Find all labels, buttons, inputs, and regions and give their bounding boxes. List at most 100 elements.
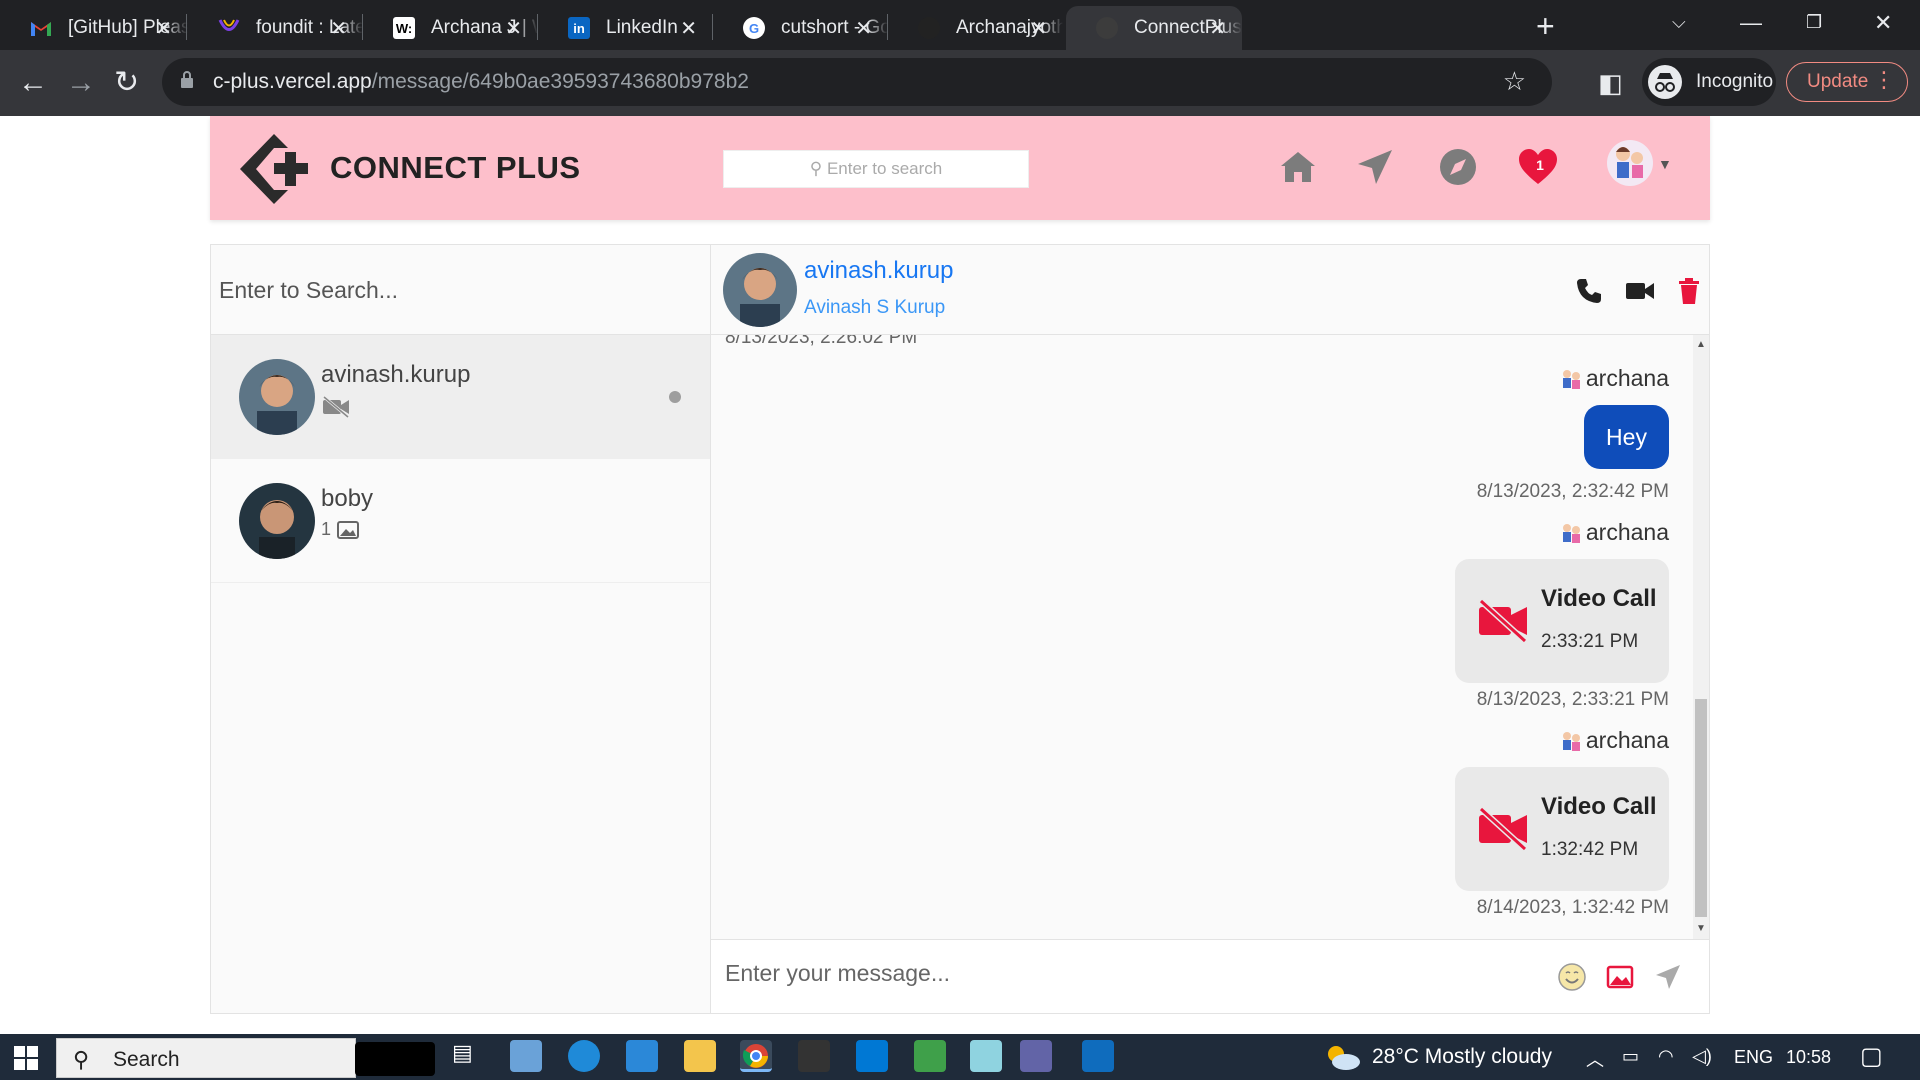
- chat-partner-fullname: Avinash S Kurup: [804, 297, 946, 318]
- chrome-icon[interactable]: [740, 1040, 772, 1072]
- contact-avatar: [239, 483, 315, 559]
- message-input[interactable]: Enter your message...: [725, 960, 950, 987]
- more-vertical-icon[interactable]: ⋮: [1873, 67, 1895, 93]
- side-panel-icon[interactable]: ◧: [1598, 64, 1623, 102]
- sender-avatar-icon: [1562, 731, 1580, 751]
- notification-center-icon[interactable]: ▢: [1860, 1042, 1883, 1071]
- delete-trash-icon[interactable]: [1675, 277, 1703, 305]
- chat-pane: avinash.kurup Avinash S Kurup 8/13/2023,…: [711, 245, 1709, 1013]
- close-icon[interactable]: ✕: [680, 16, 697, 41]
- vscode-icon[interactable]: [856, 1040, 888, 1072]
- volume-icon[interactable]: ◁): [1692, 1046, 1712, 1067]
- taskbar-search-label: Search: [113, 1048, 180, 1071]
- connect-plus-logo-icon[interactable]: [234, 130, 314, 208]
- reload-icon[interactable]: ↻: [114, 64, 139, 102]
- tab-cutshort[interactable]: G cutshort - Goo ✕: [713, 6, 888, 50]
- wifi-icon[interactable]: ◠: [1658, 1046, 1674, 1067]
- tab-github[interactable]: [GitHub] Please ✕: [0, 6, 188, 50]
- conversation-item-boby[interactable]: boby 1: [211, 459, 710, 583]
- phone-call-icon[interactable]: [1575, 277, 1603, 305]
- image-icon: [337, 520, 360, 539]
- tray-chevron-icon[interactable]: ︿: [1586, 1046, 1604, 1072]
- restore-icon[interactable]: ❐: [1806, 12, 1822, 33]
- profile-avatar[interactable]: [1607, 140, 1653, 186]
- address-bar[interactable]: c-plus.vercel.app/message/649b0ae3959374…: [162, 58, 1552, 106]
- contact-avatar: [239, 359, 315, 435]
- profile-caret-icon[interactable]: ▼: [1658, 156, 1672, 172]
- taskbar-search[interactable]: ⚲ Search: [56, 1038, 435, 1078]
- foundit-icon: [218, 17, 240, 39]
- bookmark-star-icon[interactable]: ☆: [1503, 66, 1526, 97]
- clock[interactable]: 10:58: [1786, 1047, 1831, 1068]
- message-timestamp: 8/14/2023, 1:32:42 PM: [1476, 897, 1669, 918]
- conversation-item-avinash[interactable]: avinash.kurup: [211, 335, 710, 459]
- tab-linkedin[interactable]: in LinkedIn ✕: [538, 6, 713, 50]
- tab-archana-w[interactable]: W: Archana J | We ✕: [363, 6, 538, 50]
- message-scrollbar[interactable]: ▲ ▼: [1693, 335, 1709, 939]
- battery-icon[interactable]: ▭: [1622, 1046, 1639, 1067]
- notepad-icon[interactable]: [970, 1040, 1002, 1072]
- video-call-bubble[interactable]: Video Call 2:33:21 PM: [1455, 559, 1669, 683]
- forward-arrow-icon[interactable]: →: [66, 64, 96, 102]
- back-arrow-icon[interactable]: ←: [18, 64, 48, 102]
- edge-browser-icon[interactable]: [568, 1040, 600, 1072]
- call-time: 2:33:21 PM: [1541, 631, 1639, 652]
- window-close-icon[interactable]: ✕: [1874, 10, 1892, 36]
- image-upload-icon[interactable]: [1605, 962, 1635, 992]
- message-list[interactable]: 8/13/2023, 2:26:02 PM archana Hey 8/13/2…: [711, 335, 1709, 939]
- video-call-bubble[interactable]: Video Call 1:32:42 PM: [1455, 767, 1669, 891]
- task-view-icon[interactable]: ▤: [452, 1040, 484, 1072]
- file-explorer-icon[interactable]: [684, 1040, 716, 1072]
- linkedin-icon: in: [568, 17, 590, 39]
- terminal-icon[interactable]: [798, 1040, 830, 1072]
- minimize-icon[interactable]: —: [1740, 10, 1762, 36]
- video-call-icon[interactable]: [1625, 277, 1655, 305]
- close-icon[interactable]: ✕: [330, 16, 347, 41]
- header-search-input[interactable]: ⚲ Enter to search: [723, 150, 1029, 188]
- conversation-list-pane: Enter to Search... avinash.kurup boby 1: [211, 245, 711, 1013]
- close-icon[interactable]: ✕: [155, 16, 172, 41]
- close-icon[interactable]: ✕: [1209, 16, 1226, 41]
- sender-name: archana: [1585, 727, 1669, 753]
- chat-partner-username[interactable]: avinash.kurup: [804, 257, 953, 285]
- update-label: Update: [1807, 71, 1869, 92]
- update-button[interactable]: Update ⋮: [1786, 62, 1908, 102]
- send-direct-icon[interactable]: [1352, 144, 1398, 190]
- chat-header: avinash.kurup Avinash S Kurup: [711, 245, 1709, 335]
- tab-foundit[interactable]: foundit : Latest ✕: [188, 6, 363, 50]
- explore-compass-icon[interactable]: [1435, 144, 1481, 190]
- notepad-plus-icon[interactable]: [914, 1040, 946, 1072]
- chat-partner-avatar[interactable]: [723, 253, 797, 327]
- gmail-icon: [30, 17, 52, 39]
- scroll-up-arrow-icon[interactable]: ▲: [1696, 339, 1706, 350]
- incognito-indicator[interactable]: Incognito: [1642, 58, 1776, 106]
- conversation-search-input[interactable]: Enter to Search...: [211, 245, 710, 335]
- new-tab-plus-icon[interactable]: +: [1536, 8, 1555, 45]
- lock-icon: [181, 71, 193, 88]
- emoji-icon[interactable]: [1557, 962, 1587, 992]
- scroll-down-arrow-icon[interactable]: ▼: [1696, 923, 1706, 934]
- notification-count: 1: [1536, 157, 1544, 173]
- tab-search-chevron-icon[interactable]: ⌵: [1672, 12, 1686, 33]
- send-message-icon[interactable]: [1653, 962, 1683, 992]
- scroll-thumb[interactable]: [1695, 699, 1707, 917]
- language-indicator[interactable]: ENG: [1734, 1047, 1773, 1068]
- windows-start-icon[interactable]: [14, 1046, 38, 1070]
- paint-app-icon[interactable]: [510, 1040, 542, 1072]
- close-icon[interactable]: ✕: [1030, 16, 1047, 41]
- weather-widget[interactable]: 28°C Mostly cloudy: [1322, 1042, 1552, 1072]
- mail-icon[interactable]: [626, 1040, 658, 1072]
- close-icon[interactable]: ✕: [855, 16, 872, 41]
- video-off-icon: [1478, 598, 1528, 644]
- close-icon[interactable]: ✕: [505, 16, 522, 41]
- chat-container: Enter to Search... avinash.kurup boby 1: [210, 244, 1710, 1014]
- message-bubble[interactable]: Hey: [1584, 405, 1669, 469]
- teams-icon[interactable]: [1020, 1040, 1052, 1072]
- tab-archanajyothy[interactable]: Archanajyothy/ ✕: [888, 6, 1063, 50]
- home-icon[interactable]: [1275, 144, 1321, 190]
- outlook-icon[interactable]: [1082, 1040, 1114, 1072]
- search-icon: ⚲: [809, 159, 823, 178]
- message-sender: archana: [1558, 727, 1669, 754]
- conversation-search-placeholder: Enter to Search...: [219, 277, 398, 303]
- tab-connectplus[interactable]: ConnectPlus ✕: [1066, 6, 1242, 50]
